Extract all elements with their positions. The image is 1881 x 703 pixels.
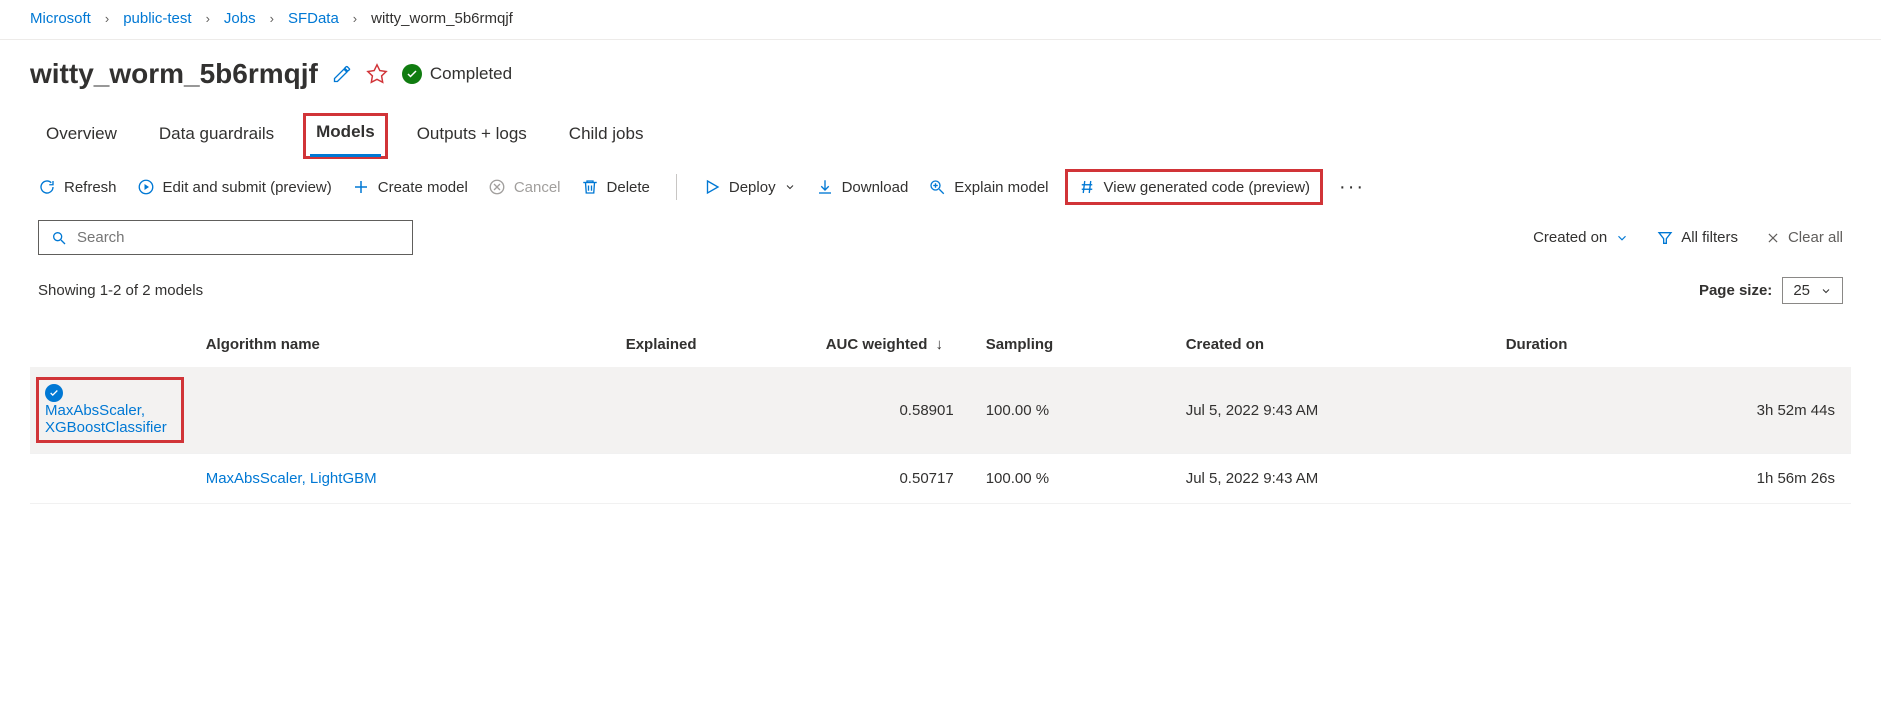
algorithm-link[interactable]: MaxAbsScaler, XGBoostClassifier bbox=[45, 402, 167, 436]
cell-explained bbox=[610, 454, 810, 504]
page-size-label: Page size: bbox=[1699, 282, 1772, 299]
magnify-icon bbox=[928, 178, 946, 196]
status-badge: Completed bbox=[402, 64, 512, 84]
more-button[interactable]: ··· bbox=[1339, 176, 1365, 199]
toolbar-separator bbox=[676, 174, 677, 200]
table-row[interactable]: MaxAbsScaler, XGBoostClassifier 0.58901 … bbox=[30, 367, 1851, 454]
filter-icon bbox=[1657, 230, 1673, 246]
refresh-label: Refresh bbox=[64, 179, 117, 196]
search-field[interactable] bbox=[77, 229, 400, 246]
cancel-icon bbox=[488, 178, 506, 196]
breadcrumb-link[interactable]: Jobs bbox=[224, 10, 256, 27]
created-on-label: Created on bbox=[1533, 229, 1607, 246]
chevron-down-icon bbox=[1615, 231, 1629, 245]
refresh-button[interactable]: Refresh bbox=[38, 178, 117, 196]
hash-icon bbox=[1078, 178, 1096, 196]
col-sampling[interactable]: Sampling bbox=[970, 322, 1170, 367]
cell-created-on: Jul 5, 2022 9:43 AM bbox=[1170, 367, 1490, 454]
tab-data-guardrails[interactable]: Data guardrails bbox=[153, 116, 280, 156]
edit-icon[interactable] bbox=[332, 64, 352, 84]
edit-submit-button[interactable]: Edit and submit (preview) bbox=[137, 178, 332, 196]
view-generated-code-label: View generated code (preview) bbox=[1104, 179, 1311, 196]
col-algorithm[interactable]: Algorithm name bbox=[190, 322, 610, 367]
download-label: Download bbox=[842, 179, 909, 196]
breadcrumb-link[interactable]: Microsoft bbox=[30, 10, 91, 27]
clear-all-label: Clear all bbox=[1788, 229, 1843, 246]
deploy-icon bbox=[703, 178, 721, 196]
tab-child-jobs[interactable]: Child jobs bbox=[563, 116, 650, 156]
col-auc[interactable]: AUC weighted ↓ bbox=[810, 322, 970, 367]
col-created-on[interactable]: Created on bbox=[1170, 322, 1490, 367]
chevron-right-icon: › bbox=[270, 11, 274, 26]
cell-duration: 1h 56m 26s bbox=[1490, 454, 1851, 504]
sort-descending-icon: ↓ bbox=[936, 336, 944, 353]
cancel-button: Cancel bbox=[488, 178, 561, 196]
status-text: Completed bbox=[430, 64, 512, 84]
chevron-right-icon: › bbox=[353, 11, 357, 26]
play-circle-icon bbox=[137, 178, 155, 196]
algorithm-link[interactable]: MaxAbsScaler, LightGBM bbox=[206, 470, 377, 487]
breadcrumb-link[interactable]: SFData bbox=[288, 10, 339, 27]
toolbar: Refresh Edit and submit (preview) Create… bbox=[0, 156, 1881, 214]
all-filters-label: All filters bbox=[1681, 229, 1738, 246]
cell-auc: 0.50717 bbox=[810, 454, 970, 504]
create-model-label: Create model bbox=[378, 179, 468, 196]
plus-icon bbox=[352, 178, 370, 196]
page-title-row: witty_worm_5b6rmqjf Completed bbox=[0, 40, 1881, 98]
cell-duration: 3h 52m 44s bbox=[1490, 367, 1851, 454]
delete-label: Delete bbox=[607, 179, 650, 196]
trash-icon bbox=[581, 178, 599, 196]
filter-row: Created on All filters Clear all bbox=[0, 214, 1881, 267]
models-table: Algorithm name Explained AUC weighted ↓ … bbox=[30, 322, 1851, 504]
cell-auc: 0.58901 bbox=[810, 367, 970, 454]
check-circle-icon bbox=[45, 384, 63, 402]
tab-overview[interactable]: Overview bbox=[40, 116, 123, 156]
table-row[interactable]: MaxAbsScaler, LightGBM 0.50717 100.00 % … bbox=[30, 454, 1851, 504]
create-model-button[interactable]: Create model bbox=[352, 178, 468, 196]
chevron-down-icon bbox=[1820, 285, 1832, 297]
tab-models[interactable]: Models bbox=[303, 113, 388, 159]
view-generated-code-button[interactable]: View generated code (preview) bbox=[1065, 169, 1324, 205]
chevron-right-icon: › bbox=[206, 11, 210, 26]
download-icon bbox=[816, 178, 834, 196]
explain-model-label: Explain model bbox=[954, 179, 1048, 196]
search-icon bbox=[51, 230, 67, 246]
created-on-filter[interactable]: Created on bbox=[1533, 229, 1629, 246]
page-size: Page size: 25 bbox=[1699, 277, 1843, 304]
page-size-select[interactable]: 25 bbox=[1782, 277, 1843, 304]
page-size-value: 25 bbox=[1793, 282, 1810, 299]
breadcrumb: Microsoft › public-test › Jobs › SFData … bbox=[0, 0, 1881, 40]
cell-sampling: 100.00 % bbox=[970, 367, 1170, 454]
explain-model-button[interactable]: Explain model bbox=[928, 178, 1048, 196]
check-circle-icon bbox=[402, 64, 422, 84]
summary-row: Showing 1-2 of 2 models Page size: 25 bbox=[0, 267, 1881, 318]
tab-outputs-logs[interactable]: Outputs + logs bbox=[411, 116, 533, 156]
showing-count: Showing 1-2 of 2 models bbox=[38, 282, 203, 299]
cell-sampling: 100.00 % bbox=[970, 454, 1170, 504]
clear-all-button[interactable]: Clear all bbox=[1766, 229, 1843, 246]
chevron-right-icon: › bbox=[105, 11, 109, 26]
close-icon bbox=[1766, 231, 1780, 245]
search-input[interactable] bbox=[38, 220, 413, 255]
delete-button[interactable]: Delete bbox=[581, 178, 650, 196]
breadcrumb-current: witty_worm_5b6rmqjf bbox=[371, 10, 513, 27]
tabs: Overview Data guardrails Models Outputs … bbox=[0, 98, 1881, 156]
all-filters-button[interactable]: All filters bbox=[1657, 229, 1738, 246]
star-icon[interactable] bbox=[366, 63, 388, 85]
edit-submit-label: Edit and submit (preview) bbox=[163, 179, 332, 196]
col-explained[interactable]: Explained bbox=[610, 322, 810, 367]
deploy-button[interactable]: Deploy bbox=[703, 178, 796, 196]
chevron-down-icon bbox=[784, 181, 796, 193]
col-duration[interactable]: Duration bbox=[1490, 322, 1851, 367]
page-title: witty_worm_5b6rmqjf bbox=[30, 58, 318, 90]
download-button[interactable]: Download bbox=[816, 178, 909, 196]
cancel-label: Cancel bbox=[514, 179, 561, 196]
deploy-label: Deploy bbox=[729, 179, 776, 196]
breadcrumb-link[interactable]: public-test bbox=[123, 10, 191, 27]
cell-created-on: Jul 5, 2022 9:43 AM bbox=[1170, 454, 1490, 504]
cell-explained bbox=[610, 367, 810, 454]
refresh-icon bbox=[38, 178, 56, 196]
